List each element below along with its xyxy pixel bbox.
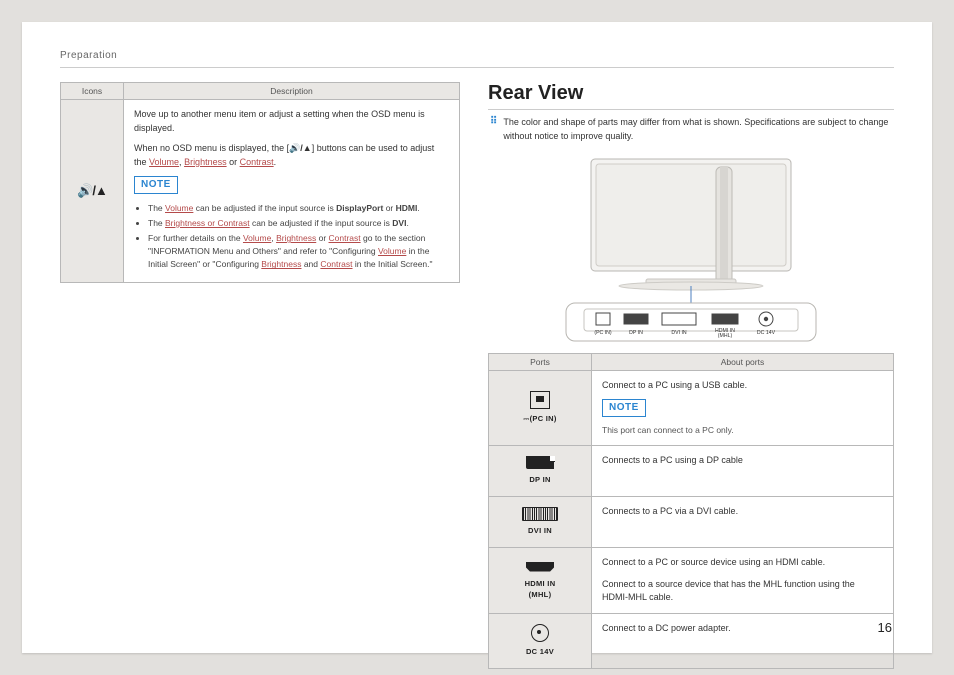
link-volume[interactable]: Volume [149, 157, 179, 167]
col-description: Description [124, 83, 460, 100]
port-icon-cell: HDMI IN (MHL) [489, 547, 592, 614]
dc-power-icon [531, 624, 549, 642]
section-title: Rear View [488, 82, 894, 110]
port-desc: Connect to a DC power adapter. [592, 614, 894, 669]
note-badge: NOTE [602, 399, 646, 417]
port-label-hdmi-2: (MHL) [718, 333, 733, 339]
note-item: For further details on the Volume, Brigh… [148, 232, 449, 272]
link-brightness-contrast[interactable]: Brightness or Contrast [165, 218, 250, 228]
osd-up-description: Move up to another menu item or adjust a… [124, 100, 460, 283]
port-label: HDMI IN (MHL) [495, 578, 585, 601]
volume-up-arrow-icon: 🔊/▲ [77, 183, 107, 198]
rear-view-figure: (PC IN) DP IN DVI IN HDMI IN (MHL) DC 14… [488, 153, 894, 343]
desc-line-2: When no OSD menu is displayed, the [🔊/▲]… [134, 142, 449, 170]
inline-button-glyph: 🔊/▲ [289, 143, 312, 153]
desc-line-1: Move up to another menu item or adjust a… [134, 108, 449, 136]
note-list: The Volume can be adjusted if the input … [134, 202, 449, 272]
manual-page: Preparation Icons Description 🔊/▲ Move u… [22, 22, 932, 653]
lead-text: The color and shape of parts may differ … [503, 116, 894, 143]
port-row-usb: ⎓(PC IN) Connect to a PC using a USB cab… [489, 371, 894, 446]
note-item: The Brightness or Contrast can be adjust… [148, 217, 449, 230]
lead-note: ⠿ The color and shape of parts may diffe… [490, 116, 894, 143]
two-column-layout: Icons Description 🔊/▲ Move up to another… [60, 82, 894, 669]
header-rule [60, 67, 894, 68]
port-label-pcin: (PC IN) [594, 330, 612, 336]
port-label: DC 14V [495, 646, 585, 658]
port-row-dp: DP IN Connects to a PC using a DP cable [489, 446, 894, 497]
ports-table: Ports About ports ⎓(PC IN) Connect to a … [488, 353, 894, 669]
bullet-icon: ⠿ [490, 116, 497, 143]
port-row-hdmi: HDMI IN (MHL) Connect to a PC or source … [489, 547, 894, 614]
port-icon-cell: DVI IN [489, 496, 592, 547]
table-header-row: Icons Description [61, 83, 460, 100]
port-icon-cell: DC 14V [489, 614, 592, 669]
port-desc: Connect to a PC or source device using a… [592, 547, 894, 614]
dvi-port-icon [522, 507, 558, 521]
link-brightness[interactable]: Brightness [184, 157, 227, 167]
port-label: DP IN [495, 474, 585, 486]
table-row: 🔊/▲ Move up to another menu item or adju… [61, 100, 460, 283]
port-row-dvi: DVI IN Connects to a PC via a DVI cable. [489, 496, 894, 547]
port-note: This port can connect to a PC only. [602, 424, 883, 437]
port-desc: Connects to a PC using a DP cable [592, 446, 894, 497]
note-badge: NOTE [134, 176, 178, 194]
col-about-ports: About ports [592, 354, 894, 371]
link-volume[interactable]: Volume [165, 203, 193, 213]
icons-description-table: Icons Description 🔊/▲ Move up to another… [60, 82, 460, 283]
port-desc: Connects to a PC via a DVI cable. [592, 496, 894, 547]
note-item: The Volume can be adjusted if the input … [148, 202, 449, 215]
osd-up-icon-cell: 🔊/▲ [61, 100, 124, 283]
hdmi-port-icon [526, 562, 554, 572]
port-label-dc: DC 14V [757, 330, 776, 336]
table-header-row: Ports About ports [489, 354, 894, 371]
link-contrast[interactable]: Contrast [240, 157, 274, 167]
running-head: Preparation [60, 50, 894, 61]
port-desc: Connect to a PC using a USB cable. NOTE … [592, 371, 894, 446]
left-column: Icons Description 🔊/▲ Move up to another… [60, 82, 460, 669]
page-number: 16 [878, 620, 892, 635]
port-label: ⎓(PC IN) [495, 413, 585, 425]
monitor-rear-svg: (PC IN) DP IN DVI IN HDMI IN (MHL) DC 14… [536, 153, 846, 343]
port-icon-cell: ⎓(PC IN) [489, 371, 592, 446]
port-label-dvi: DVI IN [671, 330, 687, 336]
usb-port-icon [530, 391, 550, 409]
port-label: DVI IN [495, 525, 585, 537]
col-icons: Icons [61, 83, 124, 100]
port-icon-cell: DP IN [489, 446, 592, 497]
port-label-dp: DP IN [629, 330, 643, 336]
col-ports: Ports [489, 354, 592, 371]
port-row-dc: DC 14V Connect to a DC power adapter. [489, 614, 894, 669]
right-column: Rear View ⠿ The color and shape of parts… [488, 82, 894, 669]
displayport-icon [526, 456, 554, 469]
